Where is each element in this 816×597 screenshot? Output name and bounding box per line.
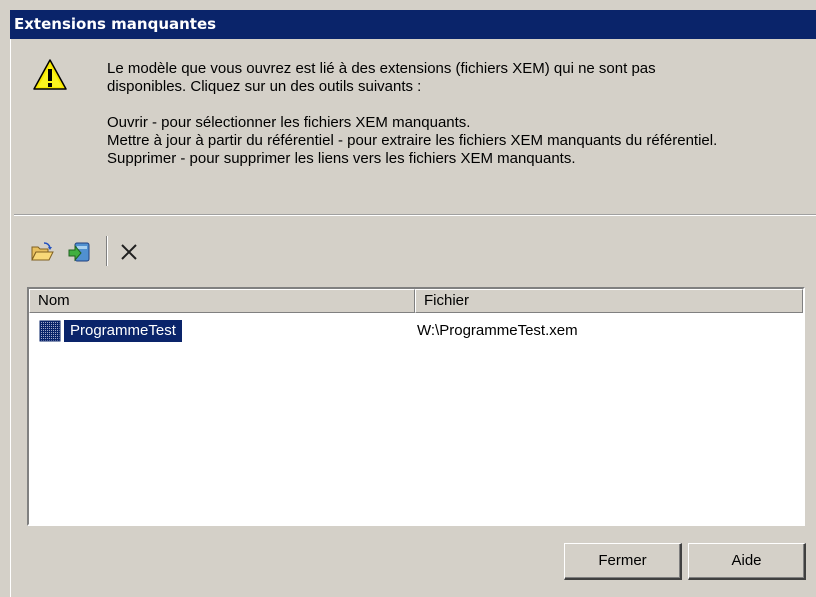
message-line: Mettre à jour à partir du référentiel - …	[107, 132, 718, 149]
message-line: Supprimer - pour supprimer les liens ver…	[107, 150, 576, 167]
dialog-title: Extensions manquantes	[14, 15, 217, 33]
frame-edge	[10, 39, 11, 597]
item-name: ProgrammeTest	[64, 320, 182, 342]
open-folder-icon[interactable]	[30, 240, 54, 264]
message-line: Ouvrir - pour sélectionner les fichiers …	[107, 114, 471, 131]
list-header: Nom Fichier	[29, 289, 803, 313]
dialog-title-bar[interactable]: Extensions manquantes	[10, 10, 816, 39]
list-item[interactable]: ProgrammeTest W:\ProgrammeTest.xem	[37, 320, 797, 342]
update-from-repository-icon[interactable]	[67, 240, 91, 264]
dialog-message: Le modèle que vous ouvrez est lié à des …	[107, 60, 812, 168]
column-header-file[interactable]: Fichier	[415, 289, 803, 313]
delete-icon[interactable]	[117, 240, 141, 264]
separator	[14, 215, 816, 216]
toolbar-separator	[107, 236, 108, 266]
item-file-path: W:\ProgrammeTest.xem	[417, 322, 578, 339]
extension-file-icon	[39, 320, 61, 342]
message-line: Le modèle que vous ouvrez est lié à des …	[107, 60, 656, 77]
missing-extensions-list[interactable]: Nom Fichier ProgrammeTest W:\ProgrammeTe…	[27, 287, 805, 526]
column-header-name[interactable]: Nom	[29, 289, 415, 313]
message-line: disponibles. Cliquez sur un des outils s…	[107, 78, 422, 95]
close-button[interactable]: Fermer	[564, 543, 682, 580]
warning-icon	[33, 59, 67, 90]
help-button[interactable]: Aide	[688, 543, 806, 580]
